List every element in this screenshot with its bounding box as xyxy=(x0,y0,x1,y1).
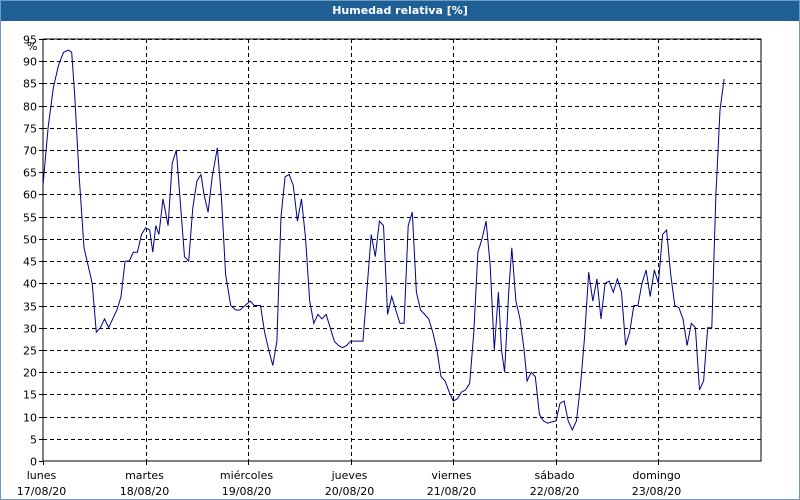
x-tick-day-label: miércoles xyxy=(220,469,273,482)
y-tick-label: 85 xyxy=(23,78,37,91)
x-tick-day-label: sábado xyxy=(535,469,575,482)
x-tick-day-label: martes xyxy=(125,469,164,482)
y-tick-label: 40 xyxy=(23,278,37,291)
x-tick-date-label: 18/08/20 xyxy=(120,485,169,498)
y-tick-label: 55 xyxy=(23,212,37,225)
y-tick-label: 90 xyxy=(23,56,37,69)
humidity-series-line xyxy=(42,49,725,432)
y-tick-label: 25 xyxy=(23,345,37,358)
y-tick-label: 75 xyxy=(23,123,37,136)
humidity-line-chart: 05101520253035404550556065707580859095%l… xyxy=(17,34,762,498)
y-tick-label: 50 xyxy=(23,234,37,247)
y-tick-label: 0 xyxy=(30,456,37,469)
y-tick-label: 65 xyxy=(23,167,37,180)
plot-area xyxy=(42,38,762,462)
x-tick-day-label: lunes xyxy=(27,469,57,482)
x-tick-day-label: domingo xyxy=(632,469,680,482)
y-tick-label: 35 xyxy=(23,301,37,314)
y-tick-label: 30 xyxy=(23,323,37,336)
x-tick-date-label: 22/08/20 xyxy=(530,485,579,498)
y-tick-label: 70 xyxy=(23,145,37,158)
x-tick-date-label: 23/08/20 xyxy=(632,485,681,498)
y-tick-label: 15 xyxy=(23,389,37,402)
x-tick-date-label: 21/08/20 xyxy=(427,485,476,498)
y-axis-unit: % xyxy=(27,40,37,53)
y-tick-label: 80 xyxy=(23,101,37,114)
x-tick-date-label: 19/08/20 xyxy=(222,485,271,498)
x-tick-date-label: 20/08/20 xyxy=(325,485,374,498)
x-tick-day-label: viernes xyxy=(431,469,471,482)
y-tick-label: 20 xyxy=(23,367,37,380)
y-tick-label: 45 xyxy=(23,256,37,269)
y-tick-label: 60 xyxy=(23,189,37,202)
y-tick-label: 10 xyxy=(23,412,37,425)
x-tick-day-label: jueves xyxy=(331,469,368,482)
chart-window: Humedad relativa [%] 0 5 10 15 20 25 30 35 40 45 5… xyxy=(0,0,800,500)
x-tick-date-label: 17/08/20 xyxy=(17,485,66,498)
y-tick-label: 5 xyxy=(30,434,37,447)
